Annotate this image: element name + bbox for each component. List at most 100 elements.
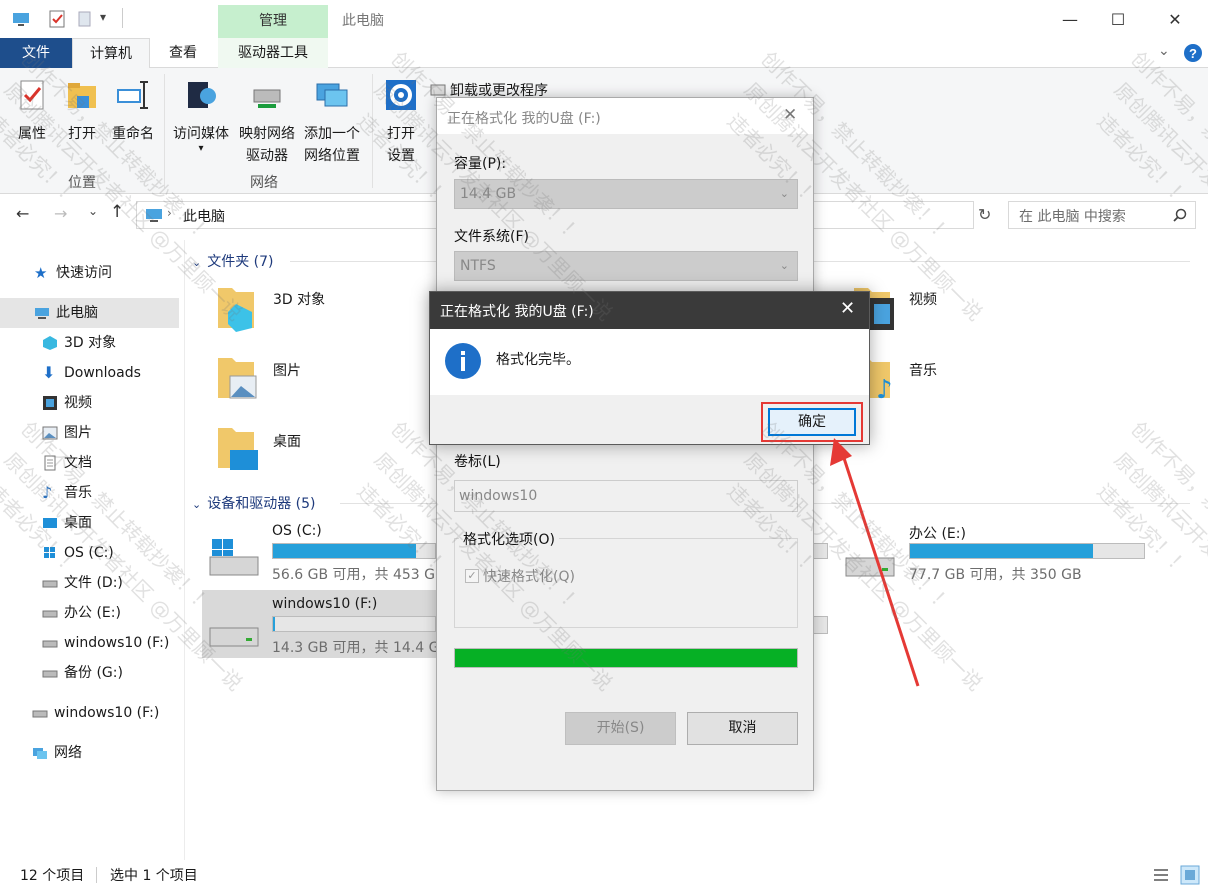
uninstall-icon bbox=[430, 84, 446, 96]
nav-item-desktop[interactable]: 桌面 bbox=[42, 510, 92, 536]
tab-view[interactable]: 查看 bbox=[150, 38, 216, 68]
network-drive-icon bbox=[253, 89, 281, 108]
drive-e-usage-fill bbox=[910, 544, 1093, 558]
nav-quick-access-label: 快速访问 bbox=[56, 265, 112, 281]
folders-section-header[interactable]: ⌄ 文件夹 (7) bbox=[192, 251, 274, 271]
nav-quick-access[interactable]: ★ 快速访问 bbox=[34, 260, 112, 286]
filesystem-select[interactable]: NTFS ⌄ bbox=[454, 251, 798, 281]
back-icon[interactable]: ← bbox=[16, 204, 29, 223]
quick-format-checkbox[interactable]: ✓ 快速格式化(Q) bbox=[465, 566, 575, 586]
filesystem-value: NTFS bbox=[460, 258, 496, 274]
message-titlebar: 正在格式化 我的U盘 (F:) ✕ bbox=[430, 292, 869, 329]
drive-f-name[interactable]: windows10 (F:) bbox=[272, 596, 377, 612]
recent-locations-icon[interactable]: ⌄ bbox=[88, 204, 98, 218]
nav-this-pc[interactable]: 此电脑 bbox=[34, 300, 98, 326]
drive-icon bbox=[42, 640, 58, 648]
nav-network[interactable]: 网络 bbox=[32, 740, 82, 766]
tab-computer[interactable]: 计算机 bbox=[72, 38, 150, 69]
refresh-icon[interactable]: ↻ bbox=[978, 205, 991, 224]
nav-item-drive-g[interactable]: 备份 (G:) bbox=[42, 660, 123, 686]
ok-button[interactable]: 确定 bbox=[768, 408, 856, 436]
large-icons-view-icon[interactable] bbox=[1180, 865, 1200, 885]
nav-item-pictures[interactable]: 图片 bbox=[42, 420, 92, 446]
desktop-folder-icon[interactable] bbox=[214, 424, 258, 472]
3d-objects-folder-icon[interactable] bbox=[214, 284, 258, 332]
drive-icon bbox=[42, 670, 58, 678]
selection-count: 选中 1 个项目 bbox=[110, 868, 198, 884]
breadcrumb[interactable]: 此电脑 bbox=[183, 206, 225, 226]
drive-e-usage-bar bbox=[909, 543, 1145, 559]
folder-3d-objects[interactable]: 3D 对象 bbox=[273, 289, 325, 309]
divider bbox=[122, 8, 123, 28]
start-button[interactable]: 开始(S) bbox=[565, 712, 676, 745]
partial-usage-bar bbox=[812, 616, 828, 634]
nav-item-downloads[interactable]: ⬇ Downloads bbox=[42, 360, 141, 386]
nav-label: 视频 bbox=[64, 395, 92, 411]
maximize-button[interactable]: ☐ bbox=[1095, 0, 1141, 38]
tab-file[interactable]: 文件 bbox=[0, 38, 72, 68]
pictures-folder-icon[interactable] bbox=[214, 354, 258, 402]
forward-icon[interactable]: → bbox=[54, 204, 67, 223]
nav-label: 文件 (D:) bbox=[64, 575, 123, 591]
nav-item-drive-e[interactable]: 办公 (E:) bbox=[42, 600, 121, 626]
tab-drive-tools[interactable]: 驱动器工具 bbox=[218, 38, 328, 68]
new-folder-icon[interactable] bbox=[76, 10, 94, 28]
expand-ribbon-icon[interactable]: ⌄ bbox=[1158, 43, 1170, 59]
folder-open-icon bbox=[68, 83, 96, 108]
drive-c-name[interactable]: OS (C:) bbox=[272, 523, 322, 539]
nav-item-os-c[interactable]: OS (C:) bbox=[42, 540, 114, 566]
drive-icon[interactable] bbox=[842, 548, 898, 582]
nav-item-documents[interactable]: 文档 bbox=[42, 450, 92, 476]
search-icon[interactable] bbox=[1173, 208, 1187, 222]
media-icon bbox=[188, 82, 216, 108]
capacity-select[interactable]: 14.4 GB ⌄ bbox=[454, 179, 798, 209]
properties-icon[interactable] bbox=[48, 10, 66, 28]
help-icon[interactable]: ? bbox=[1183, 43, 1203, 63]
open-settings-button[interactable]: 打开 设置 bbox=[378, 78, 424, 167]
close-button[interactable]: ✕ bbox=[1152, 0, 1198, 38]
nav-item-drive-d[interactable]: 文件 (D:) bbox=[42, 570, 123, 596]
close-icon[interactable]: ✕ bbox=[840, 298, 855, 319]
nav-usb-drive[interactable]: windows10 (F:) bbox=[32, 700, 159, 726]
usb-drive-icon[interactable] bbox=[206, 618, 262, 652]
cancel-button[interactable]: 取消 bbox=[687, 712, 798, 745]
up-icon[interactable]: ↑ bbox=[110, 202, 124, 222]
message-title: 正在格式化 我的U盘 (F:) bbox=[440, 304, 594, 320]
details-view-icon[interactable] bbox=[1152, 866, 1170, 884]
folder-music[interactable]: 音乐 bbox=[909, 360, 937, 380]
nav-item-3d-objects[interactable]: 3D 对象 bbox=[42, 330, 116, 356]
nav-item-music[interactable]: ♪ 音乐 bbox=[42, 480, 92, 506]
nav-label: 3D 对象 bbox=[64, 335, 117, 351]
nav-label: 音乐 bbox=[64, 485, 92, 501]
rename-button[interactable]: 重命名 bbox=[108, 78, 158, 145]
os-drive-icon[interactable] bbox=[206, 535, 262, 581]
pane-divider bbox=[184, 240, 185, 860]
nav-item-drive-f[interactable]: windows10 (F:) bbox=[42, 630, 169, 656]
message-footer: 确定 bbox=[430, 395, 869, 444]
map-drive-button[interactable]: 映射网络 驱动器 bbox=[236, 78, 298, 167]
folder-pictures[interactable]: 图片 bbox=[273, 360, 301, 380]
folder-desktop[interactable]: 桌面 bbox=[273, 431, 301, 451]
capacity-value: 14.4 GB bbox=[460, 186, 517, 202]
breadcrumb-chevron-icon[interactable]: › bbox=[167, 206, 172, 220]
map-drive-label-2: 驱动器 bbox=[246, 148, 288, 164]
drive-c-usage-fill bbox=[273, 544, 416, 558]
drives-section-header[interactable]: ⌄ 设备和驱动器 (5) bbox=[192, 493, 316, 513]
manage-tab[interactable]: 管理 bbox=[218, 5, 328, 38]
minimize-button[interactable]: — bbox=[1047, 0, 1093, 38]
properties-button[interactable]: 属性 bbox=[10, 78, 54, 145]
close-icon[interactable]: ✕ bbox=[783, 105, 797, 125]
access-media-button[interactable]: 访问媒体 ▾ bbox=[170, 78, 232, 154]
search-input[interactable]: 在 此电脑 中搜索 bbox=[1008, 201, 1196, 229]
group-network-label: 网络 bbox=[250, 175, 278, 191]
volume-label-input[interactable]: windows10 bbox=[454, 480, 798, 512]
format-dialog-title: 正在格式化 我的U盘 (F:) bbox=[447, 111, 601, 127]
add-network-location-button[interactable]: 添加一个 网络位置 bbox=[300, 78, 364, 167]
open-settings-label-2: 设置 bbox=[387, 148, 415, 164]
chevron-down-icon: ⌄ bbox=[779, 187, 789, 200]
folder-videos[interactable]: 视频 bbox=[909, 289, 937, 309]
drive-e-name[interactable]: 办公 (E:) bbox=[909, 523, 966, 543]
customize-quick-access-icon[interactable]: ▾ bbox=[100, 10, 106, 24]
nav-item-videos[interactable]: 视频 bbox=[42, 390, 92, 416]
open-button[interactable]: 打开 bbox=[60, 78, 104, 145]
